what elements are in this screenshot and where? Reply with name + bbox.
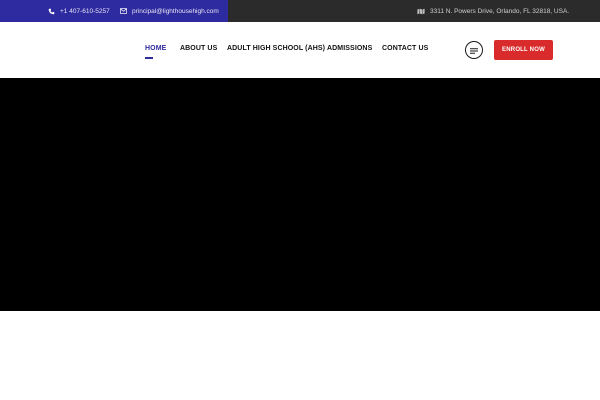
nav-item-adult-high-school[interactable]: ADULT HIGH SCHOOL (AHS): [227, 45, 325, 52]
phone-number: +1 407-610-5257: [60, 7, 110, 15]
enroll-now-button[interactable]: ENROLL NOW: [494, 40, 553, 60]
menu-toggle-button[interactable]: [465, 41, 483, 59]
phone-contact[interactable]: +1 407-610-5257: [48, 0, 110, 22]
nav-item-contact-us[interactable]: CONTACT US: [382, 45, 428, 52]
nav-active-indicator: [145, 57, 153, 59]
street-address: 3311 N. Powers Drive, Orlando, FL 32818,…: [430, 7, 570, 15]
site-header: HOME ABOUT US ADULT HIGH SCHOOL (AHS) AD…: [0, 22, 600, 78]
address-contact: 3311 N. Powers Drive, Orlando, FL 32818,…: [417, 0, 569, 22]
nav-item-home[interactable]: HOME: [145, 45, 166, 52]
nav-item-admissions[interactable]: ADMISSIONS: [327, 45, 372, 52]
envelope-icon: [120, 8, 127, 14]
email-address: principal@lighthousehigh.com: [132, 7, 219, 15]
phone-icon: [48, 8, 55, 15]
nav-item-about-us[interactable]: ABOUT US: [180, 45, 217, 52]
map-icon: [417, 8, 425, 15]
page-content-area: [0, 311, 600, 400]
email-contact[interactable]: principal@lighthousehigh.com: [120, 0, 219, 22]
hero-banner: [0, 78, 600, 311]
top-info-bar: +1 407-610-5257 principal@lighthousehigh…: [0, 0, 600, 22]
menu-lines-icon: [470, 41, 478, 59]
